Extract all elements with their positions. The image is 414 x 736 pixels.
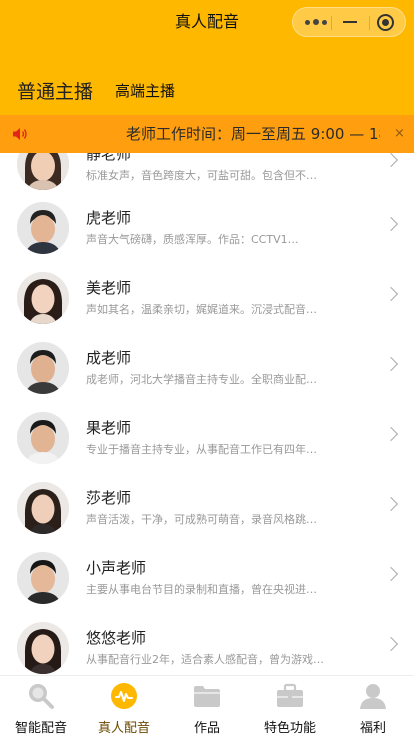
chevron-right-icon — [383, 356, 399, 372]
list-item[interactable]: 成老师 成老师，河北大学播音主持专业。全职商业配音… — [0, 333, 414, 403]
teacher-name: 虎老师 — [86, 209, 132, 227]
chevron-right-icon — [383, 153, 399, 168]
mini-program-capsule — [292, 7, 406, 37]
chevron-right-icon — [383, 426, 399, 442]
teacher-desc: 成老师，河北大学播音主持专业。全职商业配音… — [86, 373, 326, 386]
capsule-divider — [331, 16, 332, 30]
teacher-desc: 声如其名，温柔亲切，娓娓道来。沉浸式配音… — [86, 303, 317, 316]
folder-icon — [194, 686, 220, 707]
teacher-desc: 主要从事电台节目的录制和直播，曾在央视进修… — [86, 583, 326, 596]
avatar — [17, 272, 69, 324]
anchor-tabs: 普通主播 高端主播 — [0, 70, 414, 110]
capsule-divider — [369, 16, 370, 30]
chevron-right-icon — [383, 496, 399, 512]
close-mini-program-icon[interactable] — [377, 14, 394, 31]
minimize-icon[interactable] — [343, 21, 357, 23]
teacher-name: 静老师 — [86, 153, 132, 163]
list-item[interactable]: 小声老师 主要从事电台节目的录制和直播，曾在央视进修… — [0, 543, 414, 613]
notice-close-icon[interactable]: × — [394, 115, 405, 153]
tab-normal-anchor[interactable]: 普通主播 — [17, 77, 93, 104]
teacher-name: 果老师 — [86, 419, 132, 437]
avatar — [17, 622, 69, 674]
teacher-desc: 声音大气磅礴，质感浑厚。作品：CCTV1… — [86, 233, 299, 246]
more-icon[interactable] — [303, 8, 343, 36]
teacher-name: 悠悠老师 — [86, 629, 147, 647]
avatar — [17, 482, 69, 534]
list-item[interactable]: 虎老师 声音大气磅礴，质感浑厚。作品：CCTV1… — [0, 193, 414, 263]
nav-features[interactable]: 特色功能 — [249, 676, 331, 736]
header: 真人配音 普通主播 高端主播 — [0, 0, 414, 115]
avatar — [17, 202, 69, 254]
nav-label: 智能配音 — [14, 721, 67, 736]
teacher-name: 成老师 — [86, 349, 132, 367]
list-item[interactable]: 悠悠老师 从事配音行业2年，适合素人感配音，曾为游戏… — [0, 613, 414, 675]
teacher-desc: 从事配音行业2年，适合素人感配音，曾为游戏… — [86, 653, 324, 666]
briefcase-icon — [277, 683, 303, 707]
search-icon — [29, 684, 54, 709]
tab-premium-anchor[interactable]: 高端主播 — [115, 80, 175, 101]
list-item[interactable]: 莎老师 声音活泼，干净，可成熟可萌音，录音风格跳跃… — [0, 473, 414, 543]
nav-smart-dubbing[interactable]: 智能配音 — [0, 676, 82, 736]
voice-wave-icon — [111, 683, 137, 709]
nav-label: 特色功能 — [263, 721, 316, 736]
list-item[interactable]: 美老师 声如其名，温柔亲切，娓娓道来。沉浸式配音… — [0, 263, 414, 333]
teacher-list: 静老师 标准女声，音色跨度大，可盐可甜。包含但不限于… 虎老师 声音大气磅礴，质… — [0, 153, 414, 675]
nav-label: 福利 — [359, 721, 386, 736]
chevron-right-icon — [383, 216, 399, 232]
avatar — [17, 412, 69, 464]
notice-bar: 老师工作时间：周一至周五 9:00 — 18:00 × — [0, 115, 414, 153]
nav-label: 真人配音 — [97, 721, 150, 736]
teacher-name: 美老师 — [86, 279, 132, 297]
teacher-desc: 标准女声，音色跨度大，可盐可甜。包含但不限于… — [86, 169, 326, 182]
speaker-icon — [13, 128, 27, 140]
teacher-desc: 声音活泼，干净，可成熟可萌音，录音风格跳跃… — [86, 513, 326, 526]
nav-label: 作品 — [193, 721, 220, 736]
list-item[interactable]: 果老师 专业于播音主持专业，从事配音工作已有四年… — [0, 403, 414, 473]
app: 真人配音 普通主播 高端主播 老师工作时间：周一至周五 9:00 — 18:00… — [0, 0, 414, 736]
chevron-right-icon — [383, 566, 399, 582]
avatar — [17, 342, 69, 394]
user-icon — [360, 684, 386, 709]
avatar — [17, 552, 69, 604]
notice-text: 老师工作时间：周一至周五 9:00 — 18:00 — [126, 125, 380, 143]
teacher-name: 莎老师 — [86, 489, 132, 507]
bottom-nav: 智能配音 真人配音 作品 特色功能 福利 — [0, 675, 414, 736]
teacher-name: 小声老师 — [86, 559, 147, 577]
nav-welfare[interactable]: 福利 — [332, 676, 414, 736]
chevron-right-icon — [383, 286, 399, 302]
teacher-desc: 专业于播音主持专业，从事配音工作已有四年… — [86, 443, 317, 456]
avatar — [17, 153, 69, 190]
nav-human-dubbing[interactable]: 真人配音 — [83, 676, 165, 736]
chevron-right-icon — [383, 636, 399, 652]
nav-works[interactable]: 作品 — [166, 676, 248, 736]
